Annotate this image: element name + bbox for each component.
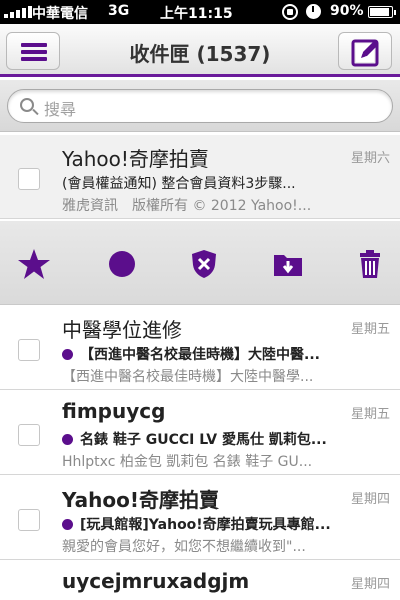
circle-unread-icon <box>109 251 135 277</box>
message-subject: [玩具館報]Yahoo!奇摩拍賣玩具專館... <box>80 517 331 533</box>
message-sender: fimpuycg <box>62 399 166 423</box>
shield-spam-icon <box>192 250 216 278</box>
message-checkbox[interactable] <box>18 339 40 361</box>
unread-indicator <box>62 349 73 360</box>
star-icon <box>18 249 50 279</box>
move-to-folder-icon <box>274 255 302 276</box>
message-date: 星期四 <box>350 577 390 592</box>
message-row[interactable]: uycejmruxadgjm 星期四 <box>0 561 400 600</box>
trash-icon <box>360 250 380 278</box>
message-date: 星期五 <box>350 407 390 422</box>
message-action-bar <box>0 221 400 305</box>
message-preview: 雅虎資訊 版權所有 © 2012 Yahoo!... <box>62 198 312 214</box>
alarm-icon <box>306 4 321 19</box>
search-bar: 搜尋 <box>0 80 400 132</box>
search-placeholder: 搜尋 <box>44 100 77 119</box>
menu-button[interactable] <box>6 32 60 70</box>
message-preview: 【西進中醫名校最佳時機】大陸中醫學... <box>62 369 314 385</box>
carrier-name: 中華電信 <box>32 6 88 22</box>
message-sender: Yahoo!奇摩拍賣 <box>62 488 219 512</box>
compose-edit-icon <box>351 39 379 67</box>
unread-indicator <box>62 519 73 530</box>
message-preview: Hhlptxc 柏金包 凱莉包 名錶 鞋子 GU... <box>62 454 313 470</box>
network-type: 3G <box>108 3 130 19</box>
message-date: 星期六 <box>350 151 390 166</box>
compose-button[interactable] <box>338 32 392 70</box>
page-title: 收件匣 (1537) <box>129 42 271 66</box>
message-checkbox[interactable] <box>18 424 40 446</box>
search-input[interactable]: 搜尋 <box>7 89 393 123</box>
message-sender: Yahoo!奇摩拍賣 <box>62 147 209 171</box>
clock: 上午11:15 <box>160 6 233 22</box>
status-bar: 中華電信 3G 上午11:15 90% <box>0 0 400 24</box>
signal-strength-icon <box>4 6 32 18</box>
message-subject: 名錶 鞋子 GUCCI LV 愛馬仕 凱莉包... <box>80 432 327 448</box>
move-button[interactable] <box>271 247 305 281</box>
message-sender: 中醫學位進修 <box>62 318 182 342</box>
message-row[interactable]: Yahoo!奇摩拍賣 星期四 [玩具館報]Yahoo!奇摩拍賣玩具專館... 親… <box>0 476 400 560</box>
mark-unread-button[interactable] <box>105 247 139 281</box>
star-button[interactable] <box>17 247 51 281</box>
message-checkbox[interactable] <box>18 509 40 531</box>
battery-level-fill <box>370 8 389 16</box>
navigation-bar: 收件匣 (1537) <box>0 24 400 77</box>
spam-button[interactable] <box>187 247 221 281</box>
message-row[interactable]: 中醫學位進修 星期五 【西進中醫名校最佳時機】大陸中醫... 【西進中醫名校最佳… <box>0 306 400 390</box>
message-row[interactable]: fimpuycg 星期五 名錶 鞋子 GUCCI LV 愛馬仕 凱莉包... H… <box>0 391 400 475</box>
message-subject: (會員權益通知) 整合會員資料3步驟... <box>62 176 296 192</box>
battery-percentage: 90% <box>330 3 364 19</box>
message-row[interactable]: Yahoo!奇摩拍賣 星期六 (會員權益通知) 整合會員資料3步驟... 雅虎資… <box>0 135 400 219</box>
search-icon <box>20 98 34 112</box>
message-date: 星期四 <box>350 492 390 507</box>
battery-icon <box>368 6 396 18</box>
message-checkbox[interactable] <box>18 168 40 190</box>
message-date: 星期五 <box>350 322 390 337</box>
message-preview: 親愛的會員您好，如您不想繼續收到"... <box>62 539 306 555</box>
unread-indicator <box>62 434 73 445</box>
rotation-lock-icon <box>282 4 298 20</box>
delete-button[interactable] <box>353 247 387 281</box>
message-sender: uycejmruxadgjm <box>62 569 250 593</box>
message-subject: 【西進中醫名校最佳時機】大陸中醫... <box>80 347 320 363</box>
